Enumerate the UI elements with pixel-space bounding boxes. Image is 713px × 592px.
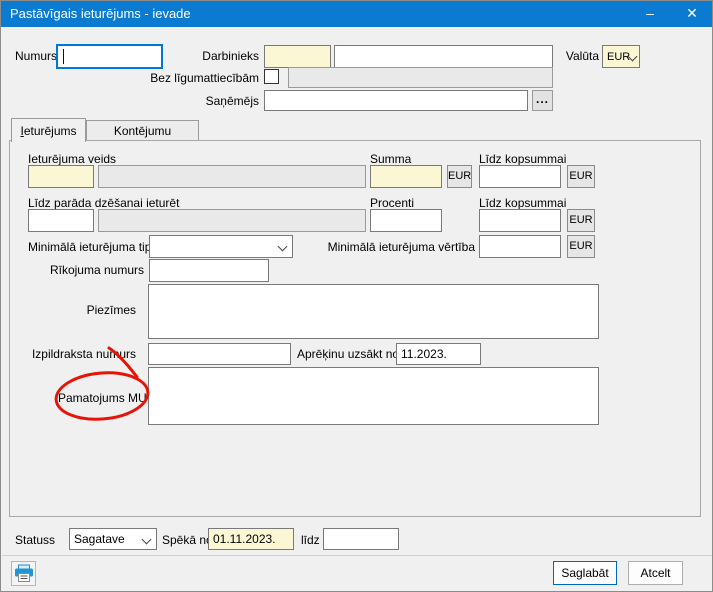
sanemejs-input[interactable] — [264, 90, 528, 111]
close-button[interactable]: ✕ — [675, 1, 709, 27]
minimize-icon: – — [646, 5, 654, 21]
lidz-kopsummai-input[interactable] — [479, 165, 561, 188]
window-title: Pastāvīgais ieturējums - ievade — [10, 6, 191, 21]
speka-no-label: Spēkā no — [162, 533, 213, 547]
valuta-value: EUR — [607, 51, 630, 63]
bez-ligumattiecibam-field — [288, 67, 553, 88]
sanemejs-label: Saņēmējs — [179, 94, 259, 108]
statuss-value: Sagatave — [74, 532, 125, 546]
tab-label-part: eturējums — [24, 124, 77, 138]
speka-no-input[interactable] — [208, 528, 294, 550]
lidz-kopsummai-currency-button[interactable]: EUR — [567, 165, 595, 188]
bez-ligumattiecibam-label: Bez līgumattiecībām — [111, 71, 259, 85]
minimize-button[interactable]: – — [633, 1, 667, 27]
valuta-select[interactable]: EUR — [602, 45, 640, 68]
text-caret — [63, 49, 64, 64]
min-ieturejuma-tips-select[interactable] — [149, 235, 293, 258]
ieturejuma-veids-name-field — [98, 165, 366, 188]
min-ieturejuma-vertiba-currency-button[interactable]: EUR — [567, 235, 595, 258]
print-button[interactable] — [11, 561, 36, 586]
rikojuma-numurs-input[interactable] — [149, 259, 269, 282]
chevron-down-icon — [142, 535, 152, 545]
darbinieks-label: Darbinieks — [179, 49, 259, 63]
lidz-label: līdz — [301, 533, 320, 547]
save-button[interactable]: Saglabāt — [553, 561, 617, 585]
min-ieturejuma-vertiba-input[interactable] — [479, 235, 561, 258]
aprekinu-uzsakt-no-input[interactable] — [396, 343, 481, 365]
piezimes-textarea[interactable] — [148, 284, 599, 339]
lidz-parada-code-input[interactable] — [28, 209, 94, 232]
izpildraksta-numurs-label: Izpildraksta numurs — [31, 347, 136, 361]
statuss-select[interactable]: Sagatave — [69, 528, 157, 550]
lidz-parada-name-field — [98, 209, 366, 232]
statuss-label: Statuss — [15, 533, 55, 547]
lidz-input[interactable] — [323, 528, 399, 550]
close-icon: ✕ — [686, 5, 698, 21]
procenti-input[interactable] — [370, 209, 442, 232]
min-ieturejuma-vertiba-label: Minimālā ieturējuma vērtība — [325, 240, 475, 254]
numurs-input[interactable] — [56, 44, 163, 69]
sanemejs-browse-button[interactable]: ... — [532, 90, 553, 111]
procenti-label: Procenti — [370, 196, 414, 210]
lidz-kopsummai2-currency-button[interactable]: EUR — [567, 209, 595, 232]
ieturejuma-veids-label: Ieturējuma veids — [28, 152, 116, 166]
aprekinu-uzsakt-no-label: Aprēķinu uzsākt no — [297, 347, 399, 361]
lidz-parada-label: Līdz parāda dzēšanai ieturēt — [28, 196, 179, 210]
summa-label: Summa — [370, 152, 411, 166]
dialog-pastavigais-ieturejums: Pastāvīgais ieturējums - ievade – ✕ Numu… — [0, 0, 713, 592]
lidz-kopsummai2-label: Līdz kopsummai — [479, 196, 566, 210]
min-ieturejuma-tips-label: Minimālā ieturējuma tips — [28, 240, 157, 254]
summa-input[interactable] — [370, 165, 442, 188]
valuta-label: Valūta — [553, 49, 599, 63]
cancel-button[interactable]: Atcelt — [628, 561, 683, 585]
ieturejuma-veids-code-input[interactable] — [28, 165, 94, 188]
lidz-kopsummai2-input[interactable] — [479, 209, 561, 232]
footer-separator — [2, 555, 713, 556]
tab-kontejumu-precizejumi[interactable]: Kontējumu precizējumi — [86, 120, 199, 140]
tab-ieturejums[interactable]: Ieturējums — [11, 118, 86, 142]
izpildraksta-numurs-input[interactable] — [148, 343, 291, 365]
printer-icon — [14, 564, 34, 583]
chevron-down-icon — [278, 242, 288, 252]
title-bar: Pastāvīgais ieturējums - ievade – ✕ — [1, 1, 712, 27]
ellipsis-icon: ... — [536, 92, 549, 106]
summa-currency-button[interactable]: EUR — [447, 165, 472, 188]
pamatojums-mu-label: Pamatojums MU — [58, 391, 147, 405]
piezimes-label: Piezīmes — [41, 303, 136, 317]
darbinieks-name-input[interactable] — [334, 45, 553, 68]
tab-label-part: Kontējumu — [114, 124, 171, 138]
darbinieks-code-input[interactable] — [264, 45, 331, 68]
lidz-kopsummai-label: Līdz kopsummai — [479, 152, 566, 166]
bez-ligumattiecibam-checkbox[interactable] — [264, 69, 279, 84]
numurs-label: Numurs — [15, 49, 57, 63]
pamatojums-mu-textarea[interactable] — [148, 367, 599, 425]
rikojuma-numurs-label: Rīkojuma numurs — [41, 263, 144, 277]
